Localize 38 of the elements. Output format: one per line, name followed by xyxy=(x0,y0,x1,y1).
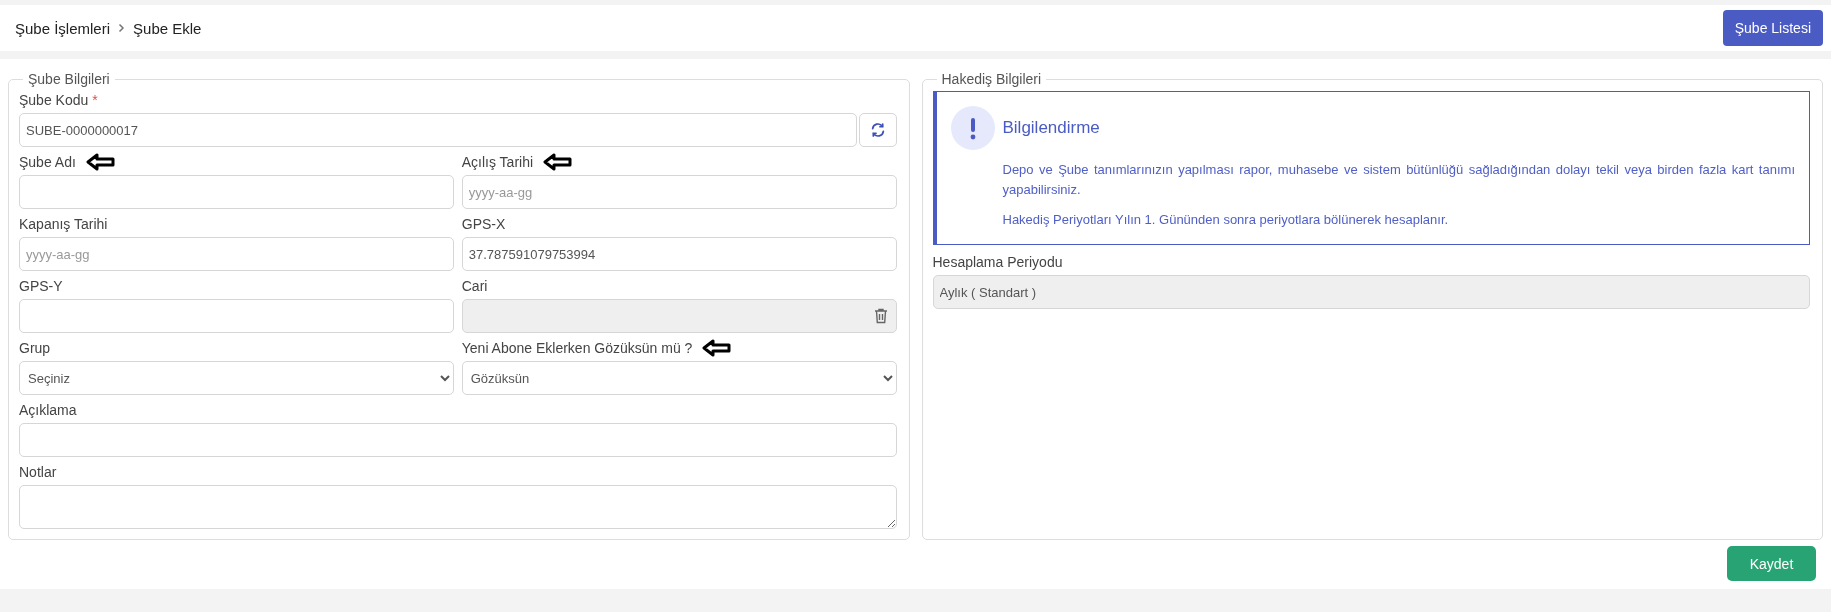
select-field[interactable]: Gözüksün xyxy=(461,361,897,395)
input-field[interactable] xyxy=(19,423,897,457)
field-label: GPS-Y xyxy=(19,278,63,294)
field-label: Yeni Abone Eklerken Gözüksün mü ? xyxy=(461,340,693,356)
required-mark: * xyxy=(92,92,98,108)
refresh-button[interactable] xyxy=(858,113,897,147)
textarea-field[interactable] xyxy=(19,485,897,529)
info-text: Depo ve Şube tanımlarınızın yapılması rapor, muhasebe ve sistem bütünlüğü sağladığından dolayı tekil veya birden fazla kart tanımı yapabilirsiniz. xyxy=(1002,161,1795,199)
refresh-icon xyxy=(869,122,886,138)
field-label: GPS-X xyxy=(461,216,506,232)
info-text: Hakediş Periyotları Yılın 1. Gününden sonra periyotlara bölünerek hesaplanır. xyxy=(1002,211,1450,229)
code-input[interactable]: SUBE-0000000017 xyxy=(19,113,857,147)
chevron-icon xyxy=(118,23,126,33)
input-field[interactable]: yyyy-aa-gg xyxy=(461,175,897,209)
field-label: Şube Adı xyxy=(19,154,76,170)
field-label: Notlar xyxy=(19,464,57,480)
input-field[interactable] xyxy=(19,175,454,209)
arrow-icon xyxy=(85,153,116,171)
branch-list-button[interactable]: Şube Listesi xyxy=(1722,10,1823,46)
arrow-icon xyxy=(543,153,574,171)
input-field[interactable] xyxy=(19,299,454,333)
select-field[interactable]: Seçiniz xyxy=(19,361,454,395)
input-field[interactable]: yyyy-aa-gg xyxy=(19,237,454,271)
field-label: Hesaplama Periyodu xyxy=(932,254,1063,270)
panel-legend: Hakediş Bilgileri xyxy=(936,71,1047,87)
panel-legend: Şube Bilgileri xyxy=(23,71,115,87)
info-title: Bilgilendirme xyxy=(1002,118,1100,138)
breadcrumb-item: Şube Ekle xyxy=(133,19,202,37)
breadcrumb-item: Şube İşlemleri xyxy=(15,19,111,37)
exclamation-icon xyxy=(950,106,995,150)
field-label: Cari xyxy=(461,278,488,294)
field-label: Kapanış Tarihi xyxy=(19,216,108,232)
field-label: Grup xyxy=(19,340,51,356)
field-label: Açıklama xyxy=(19,402,77,418)
arrow-icon xyxy=(702,339,733,357)
field-label: Açılış Tarihi xyxy=(461,154,534,170)
input-field[interactable]: 37.787591079753994 xyxy=(461,237,897,271)
field-label: Şube Kodu * xyxy=(19,92,98,108)
